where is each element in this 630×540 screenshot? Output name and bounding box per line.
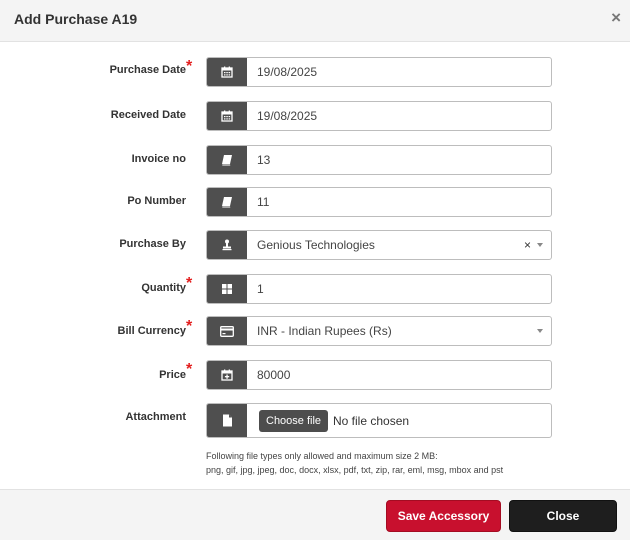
calendar-plus-icon: [207, 361, 247, 389]
file-type-hint-line1: Following file types only allowed and ma…: [206, 451, 438, 461]
required-mark: *: [186, 275, 193, 292]
price-value: 80000: [257, 368, 291, 382]
calendar-icon: [207, 102, 247, 130]
quantity-value: 1: [257, 282, 264, 296]
po-number-label: Po Number: [127, 195, 186, 207]
dialog-footer: Save Accessory Close: [0, 489, 630, 540]
file-icon: [207, 404, 247, 437]
save-accessory-button[interactable]: Save Accessory: [386, 500, 501, 532]
dialog-header: Add Purchase A19 ×: [0, 0, 630, 42]
close-x-icon[interactable]: ×: [611, 9, 621, 26]
received-date-field[interactable]: 19/08/2025: [206, 101, 552, 131]
purchase-by-value: Genious Technologies: [257, 238, 375, 252]
dialog-title: Add Purchase A19: [14, 11, 138, 27]
purchase-date-field[interactable]: 19/08/2025: [206, 57, 552, 87]
price-field[interactable]: 80000: [206, 360, 552, 390]
po-number-value: 11: [257, 195, 270, 209]
dropdown-arrow-icon[interactable]: [537, 243, 543, 247]
close-button[interactable]: Close: [509, 500, 617, 532]
required-mark: *: [186, 318, 193, 335]
price-label: Price: [159, 369, 186, 381]
bill-currency-label: Bill Currency: [117, 325, 186, 337]
file-status-text: No file chosen: [333, 413, 410, 428]
dropdown-arrow-icon[interactable]: [537, 329, 543, 333]
received-date-label: Received Date: [110, 109, 186, 121]
purchase-date-value: 19/08/2025: [257, 65, 318, 79]
purchase-by-select[interactable]: Genious Technologies ×: [206, 230, 552, 260]
file-type-hint-line2: png, gif, jpg, jpeg, doc, docx, xlsx, pd…: [206, 465, 504, 475]
quantity-field[interactable]: 1: [206, 274, 552, 304]
invoice-no-field[interactable]: 13: [206, 145, 552, 175]
received-date-value: 19/08/2025: [257, 109, 318, 123]
grid-icon: [207, 275, 247, 303]
quantity-label: Quantity: [141, 282, 186, 294]
required-mark: *: [186, 361, 193, 378]
purchase-by-label: Purchase By: [119, 238, 186, 250]
bill-currency-select[interactable]: INR - Indian Rupees (Rs): [206, 316, 552, 346]
choose-file-button[interactable]: Choose file: [259, 410, 329, 432]
bill-currency-value: INR - Indian Rupees (Rs): [257, 324, 392, 338]
invoice-no-value: 13: [257, 153, 271, 167]
book-icon: [207, 188, 247, 216]
invoice-no-label: Invoice no: [131, 153, 186, 165]
purchase-date-label: Purchase Date: [109, 64, 186, 76]
stamp-icon: [207, 231, 247, 259]
attachment-field[interactable]: Choose file No file chosen: [206, 403, 552, 438]
clear-selection-icon[interactable]: ×: [524, 238, 531, 252]
calendar-icon: [207, 58, 247, 86]
file-type-hint: Following file types only allowed and ma…: [206, 449, 503, 477]
po-number-field[interactable]: 11: [206, 187, 552, 217]
book-icon: [207, 146, 247, 174]
required-mark: *: [186, 58, 193, 75]
credit-card-icon: [207, 317, 247, 345]
attachment-label: Attachment: [125, 411, 186, 423]
